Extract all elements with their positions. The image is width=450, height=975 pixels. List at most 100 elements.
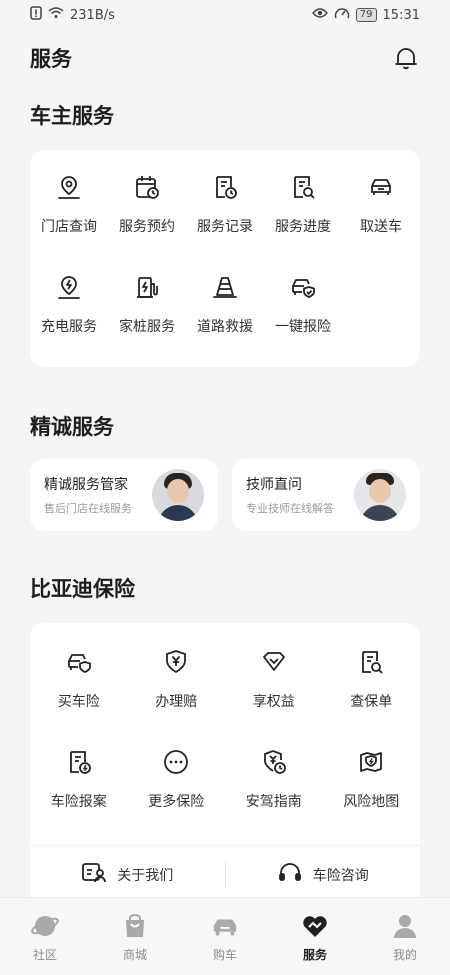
link-label: 关于我们 <box>117 867 174 884</box>
about-us-link[interactable]: 关于我们 <box>30 846 225 903</box>
notification-icon <box>30 6 42 24</box>
avatar <box>354 469 406 521</box>
bell-icon[interactable] <box>392 44 420 72</box>
buy-insurance-button[interactable]: 买车险 <box>30 643 128 743</box>
planet-icon <box>31 912 59 940</box>
safe-driving-guide-button[interactable]: 安驾指南 <box>225 743 323 843</box>
card-subtitle: 售后门店在线服务 <box>44 502 132 515</box>
item-label: 取送车 <box>360 219 402 235</box>
document-search-icon <box>288 172 318 202</box>
eye-icon <box>311 7 328 23</box>
shopping-bag-icon <box>121 912 149 940</box>
item-label: 买车险 <box>57 694 100 710</box>
card-subtitle: 专业技师在线解答 <box>246 502 334 515</box>
policy-lookup-button[interactable]: 查保单 <box>323 643 421 743</box>
charging-service-button[interactable]: 充电服务 <box>30 268 108 368</box>
card-title: 技师直问 <box>246 477 302 493</box>
item-label: 门店查询 <box>41 219 97 235</box>
charge-location-icon <box>54 272 84 302</box>
document-clock-icon <box>210 172 240 202</box>
item-label: 享权益 <box>252 694 295 710</box>
tab-service[interactable]: 服务 <box>270 898 360 975</box>
document-search-icon <box>356 647 386 677</box>
service-booking-button[interactable]: 服务预约 <box>108 168 186 268</box>
yen-shield-icon <box>161 647 191 677</box>
gem-icon <box>259 647 289 677</box>
tab-label: 社区 <box>32 948 57 962</box>
item-label: 充电服务 <box>41 319 97 335</box>
card-title: 精诚服务管家 <box>44 477 128 493</box>
owner-services-title: 车主服务 <box>30 104 114 128</box>
risk-map-icon <box>356 747 386 777</box>
tab-label: 商城 <box>122 948 147 962</box>
battery-indicator: 79 <box>355 8 377 22</box>
pickup-delivery-button[interactable]: 取送车 <box>342 168 420 268</box>
premium-services-title: 精诚服务 <box>30 415 114 439</box>
item-label: 服务记录 <box>197 219 253 235</box>
network-speed: 231B/s <box>70 7 115 23</box>
item-label: 车险报案 <box>50 794 107 810</box>
risk-map-button[interactable]: 风险地图 <box>323 743 421 843</box>
tab-me[interactable]: 我的 <box>360 898 450 975</box>
owner-services-grid: 门店查询 服务预约 服务记录 服务进度 取送车 充电服务 家桩服务 道路救援 一… <box>30 150 420 368</box>
avatar <box>152 469 204 521</box>
insurance-links: 关于我们 车险咨询 <box>30 845 420 903</box>
item-label: 服务预约 <box>119 219 175 235</box>
insurance-card: 买车险 办理赔 享权益 查保单 车险报案 更多保险 安驾指南 风险地图 关于我们… <box>30 623 420 923</box>
service-butler-card[interactable]: 精诚服务管家 售后门店在线服务 <box>30 459 218 531</box>
road-rescue-button[interactable]: 道路救援 <box>186 268 264 368</box>
speed-gauge-icon <box>334 6 350 24</box>
more-circle-icon <box>161 747 191 777</box>
item-label: 办理赔 <box>155 694 198 710</box>
car-icon <box>366 172 396 202</box>
service-progress-button[interactable]: 服务进度 <box>264 168 342 268</box>
traffic-cone-icon <box>210 272 240 302</box>
tab-mall[interactable]: 商城 <box>90 898 180 975</box>
item-label: 安驾指南 <box>245 794 302 810</box>
page-title: 服务 <box>30 47 72 71</box>
car-shield-icon <box>64 647 94 677</box>
bottom-tab-bar: 社区 商城 购车 服务 我的 <box>0 897 450 975</box>
report-claim-button[interactable]: 车险报案 <box>30 743 128 843</box>
service-records-button[interactable]: 服务记录 <box>186 168 264 268</box>
insurance-consult-link[interactable]: 车险咨询 <box>226 846 421 903</box>
item-label: 查保单 <box>350 694 393 710</box>
calendar-clock-icon <box>132 172 162 202</box>
tab-community[interactable]: 社区 <box>0 898 90 975</box>
report-insurance-button[interactable]: 一键报险 <box>264 268 342 368</box>
store-search-button[interactable]: 门店查询 <box>30 168 108 268</box>
wifi-icon <box>48 7 64 23</box>
tab-label: 购车 <box>212 948 237 962</box>
ask-technician-card[interactable]: 技师直问 专业技师在线解答 <box>232 459 420 531</box>
benefits-button[interactable]: 享权益 <box>225 643 323 743</box>
clock: 15:31 <box>382 7 420 23</box>
tab-buy-car[interactable]: 购车 <box>180 898 270 975</box>
store-location-icon <box>54 172 84 202</box>
item-label: 更多保险 <box>148 794 205 810</box>
tab-label: 服务 <box>302 948 327 962</box>
insurance-title: 比亚迪保险 <box>30 577 135 601</box>
item-label: 一键报险 <box>275 319 331 335</box>
premium-services-cards: 精诚服务管家 售后门店在线服务 技师直问 专业技师在线解答 <box>0 459 450 531</box>
user-icon <box>391 912 419 940</box>
link-label: 车险咨询 <box>312 867 369 884</box>
more-insurance-button[interactable]: 更多保险 <box>128 743 226 843</box>
item-label: 道路救援 <box>197 319 253 335</box>
owner-services-card: 门店查询 服务预约 服务记录 服务进度 取送车 充电服务 家桩服务 道路救援 一… <box>30 150 420 367</box>
item-label: 服务进度 <box>275 219 331 235</box>
status-bar: 231B/s 79 15:31 <box>0 0 450 30</box>
item-label: 风险地图 <box>343 794 400 810</box>
about-us-icon <box>81 861 107 889</box>
shield-clock-icon <box>259 747 289 777</box>
charging-pile-icon <box>132 272 162 302</box>
car-icon <box>211 912 239 940</box>
document-alert-icon <box>64 747 94 777</box>
car-shield-icon <box>288 272 318 302</box>
insurance-grid: 买车险 办理赔 享权益 查保单 车险报案 更多保险 安驾指南 风险地图 <box>30 623 420 843</box>
home-charger-button[interactable]: 家桩服务 <box>108 268 186 368</box>
service-heart-icon <box>301 912 329 940</box>
page-header: 服务 <box>0 30 450 86</box>
headset-icon <box>277 861 303 889</box>
tab-label: 我的 <box>392 948 417 962</box>
claims-button[interactable]: 办理赔 <box>128 643 226 743</box>
